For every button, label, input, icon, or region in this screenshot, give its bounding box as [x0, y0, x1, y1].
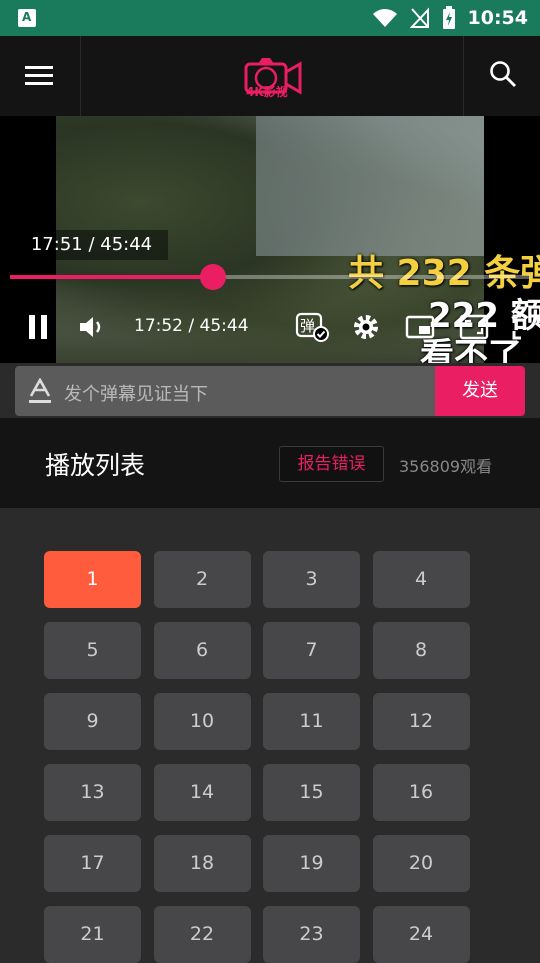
episode-button[interactable]: 24 [372, 906, 470, 963]
episode-button[interactable]: 16 [372, 764, 470, 821]
episode-button[interactable]: 6 [153, 622, 251, 679]
episode-button[interactable]: 23 [263, 906, 360, 963]
notification-glyph: A [22, 10, 32, 24]
battery-charging-icon [442, 6, 455, 29]
progress-track[interactable] [10, 275, 530, 279]
episode-button[interactable]: 3 [263, 551, 360, 608]
volume-icon [80, 317, 101, 337]
search-icon [490, 61, 516, 87]
episode-button[interactable]: 15 [263, 764, 360, 821]
fullscreen-icon [512, 314, 540, 340]
fullscreen-button[interactable] [512, 303, 540, 351]
progress-fill [10, 275, 213, 279]
playlist-header: 播放列表 报告错误 356809观看 [0, 418, 540, 508]
menu-icon-bar [25, 74, 53, 77]
episode-button[interactable]: 12 [372, 693, 470, 750]
search-button[interactable] [463, 36, 540, 116]
episode-button[interactable]: 19 [263, 835, 360, 892]
report-error-button[interactable]: 报告错误 [279, 446, 384, 482]
seek-tooltip: 17:51 / 45:44 [15, 230, 168, 260]
signal-off-icon [409, 7, 429, 28]
video-scene-building [256, 116, 484, 256]
app-notification-icon: A [18, 9, 36, 27]
settings-button[interactable] [350, 303, 382, 351]
pip-button[interactable] [404, 303, 436, 351]
episode-button[interactable]: 17 [44, 835, 141, 892]
status-bar: A 10:54 [0, 0, 540, 36]
clock: 10:54 [467, 7, 528, 29]
episode-button[interactable]: 5 [44, 622, 141, 679]
picture-in-picture-icon [405, 315, 435, 339]
progress-thumb[interactable] [199, 264, 226, 290]
episode-button[interactable]: 14 [153, 764, 251, 821]
menu-button[interactable] [0, 36, 81, 116]
aspect-ratio-icon [459, 314, 489, 340]
app-header: 4K影视 [0, 36, 540, 116]
menu-icon-bar [25, 66, 53, 69]
episode-button[interactable]: 18 [153, 835, 251, 892]
episode-button[interactable]: 11 [263, 693, 360, 750]
logo-text: 4K影视 [246, 85, 288, 99]
gear-icon [354, 315, 378, 339]
wifi-icon [372, 9, 397, 27]
view-count: 356809观看 [399, 457, 493, 476]
episode-button[interactable]: 20 [372, 835, 470, 892]
pause-button[interactable] [22, 303, 54, 351]
episode-button[interactable]: 10 [153, 693, 251, 750]
episode-button[interactable]: 8 [372, 622, 470, 679]
danmaku-toggle-button[interactable]: 弹 [295, 303, 329, 351]
pause-icon [29, 315, 47, 339]
text-style-icon[interactable] [28, 378, 52, 404]
episode-button[interactable]: 1 [44, 551, 141, 608]
menu-icon-bar [25, 82, 53, 85]
episode-button[interactable]: 2 [153, 551, 251, 608]
danmaku-input[interactable]: 发个弹幕见证当下 [15, 366, 435, 416]
episode-button[interactable]: 22 [153, 906, 251, 963]
danmaku-placeholder: 发个弹幕见证当下 [64, 384, 208, 405]
playlist-title: 播放列表 [45, 451, 146, 480]
episode-button[interactable]: 21 [44, 906, 141, 963]
danmaku-toggle-label: 弹 [300, 317, 316, 335]
episode-button[interactable]: 13 [44, 764, 141, 821]
aspect-ratio-button[interactable] [458, 303, 490, 351]
volume-button[interactable] [76, 303, 108, 351]
player-controls: 17:52 / 45:44 弹 [0, 303, 540, 351]
episode-button[interactable]: 4 [372, 551, 470, 608]
time-display: 17:52 / 45:44 [134, 316, 249, 336]
episode-button[interactable]: 7 [263, 622, 360, 679]
send-button[interactable]: 发送 [435, 366, 525, 416]
danmaku-bar: 发个弹幕见证当下 发送 [15, 366, 525, 416]
episode-button[interactable]: 9 [44, 693, 141, 750]
